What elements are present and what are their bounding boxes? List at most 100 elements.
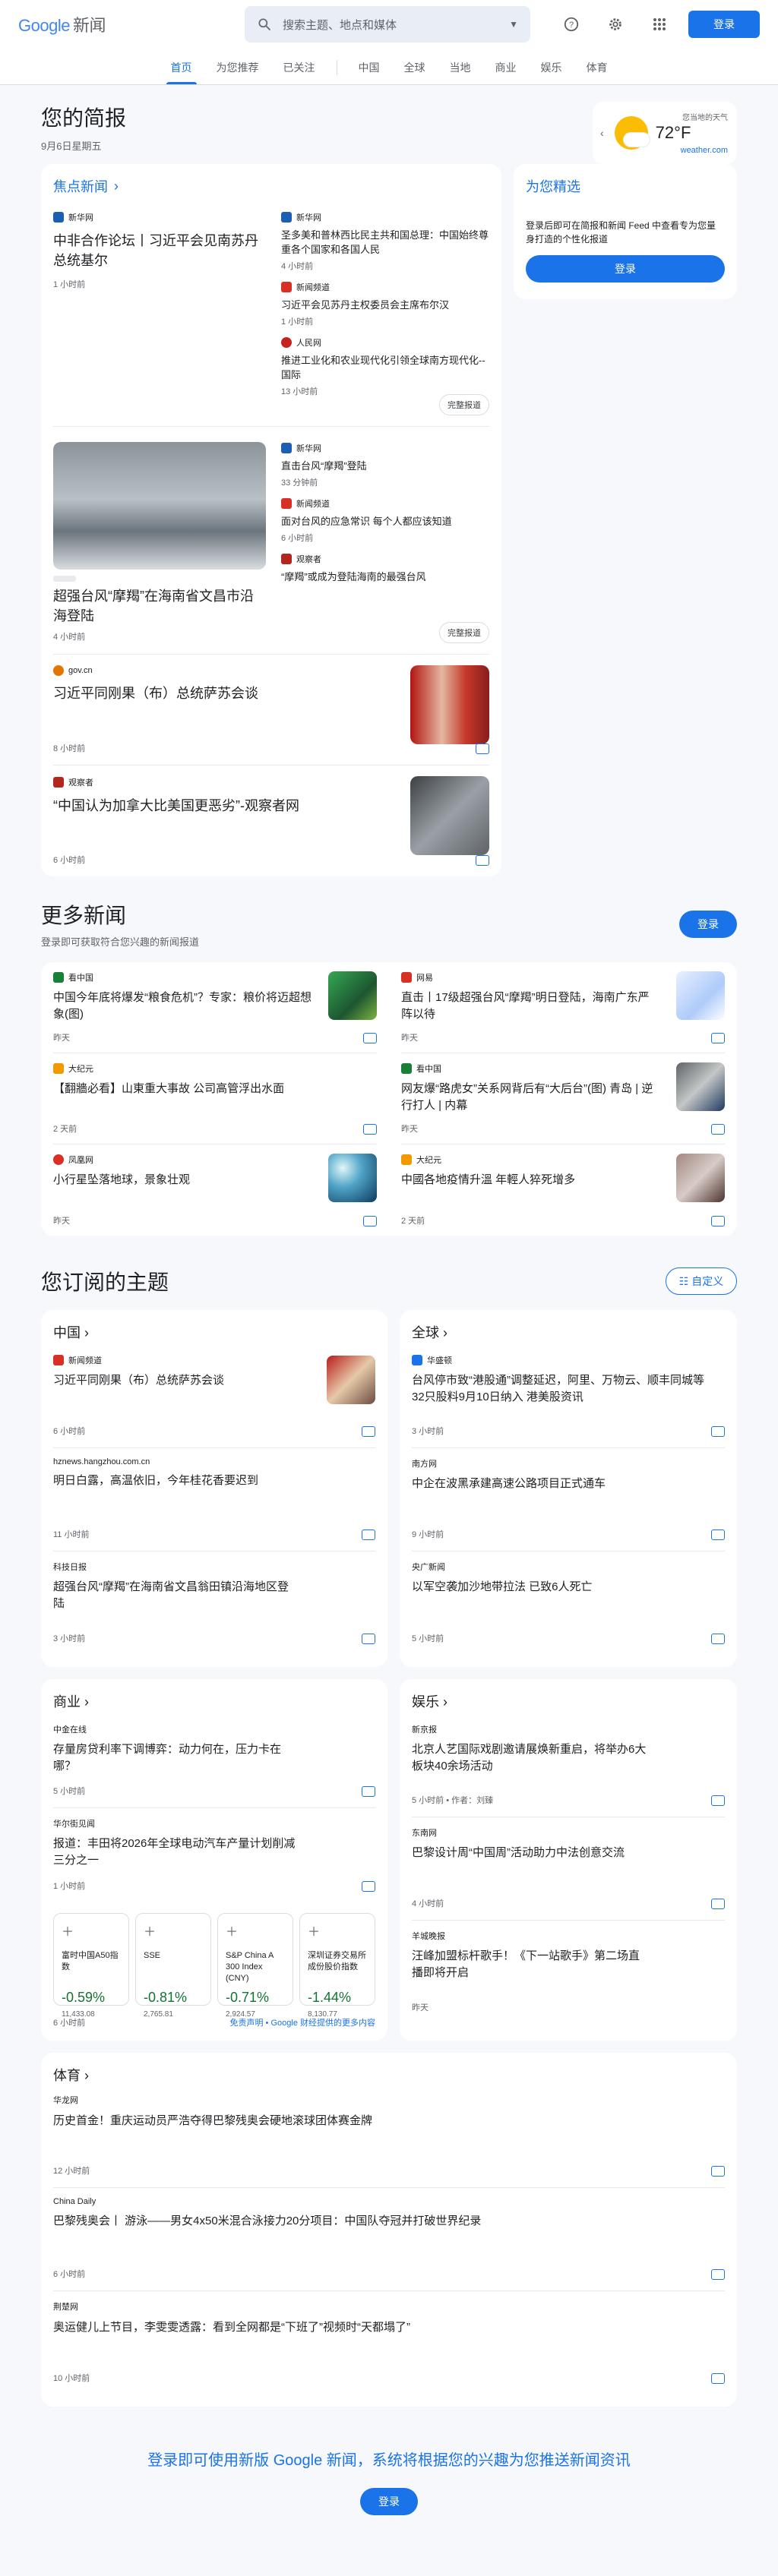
story-row[interactable]: gov.cn 习近平同刚果（布）总统萨苏会谈 8 小时前 [53, 655, 489, 766]
news-item[interactable]: 央广新闻 以军空袭加沙地带拉法 已致6人死亡 5 小时前 [412, 1552, 725, 1655]
story-image[interactable] [328, 971, 377, 1020]
headline[interactable]: 超强台风“摩羯”在海南省文昌翁田镇沿海地区登陆 [53, 1579, 289, 1612]
news-item[interactable]: 东南网 巴黎设计周“中国周”活动助力中法创意交流 4 小时前 [412, 1817, 725, 1921]
more-coverage-icon[interactable] [711, 1795, 725, 1806]
news-item[interactable]: 荆楚网 奥运健儿上节目，李雯雯透露：看到全网都是“下班了”视频时“天都塌了” 10 … [53, 2291, 725, 2394]
headline[interactable]: 直击台风“摩羯”登陆 [281, 459, 489, 473]
more-coverage-icon[interactable] [362, 1881, 375, 1892]
tab-for-you[interactable]: 为您推荐 [204, 60, 271, 84]
more-coverage-icon[interactable] [362, 1634, 375, 1644]
apps-grid-icon[interactable] [644, 9, 675, 39]
more-coverage-icon[interactable] [711, 1216, 725, 1226]
headline[interactable]: 网友爆“路虎女”关系网背后有“大后台”(图) 青岛 | 逆行打人 | 内幕 [401, 1081, 659, 1114]
headline[interactable]: 台风停市致“港股通”调整延迟，阿里、万物云、顺丰同城等32只股料9月10日纳入 … [412, 1372, 708, 1406]
headline[interactable]: 推进工业化和农业现代化引领全球南方现代化--国际 [281, 353, 489, 382]
more-coverage-icon[interactable] [711, 2269, 725, 2280]
more-news-login-button[interactable]: 登录 [679, 910, 737, 938]
stock-card[interactable]: ＋深圳证券交易所成份股价指数 -1.44% 8,130.77 [299, 1913, 375, 2019]
news-item[interactable]: 看中国 网友爆“路虎女”关系网背后有“大后台”(图) 青岛 | 逆行打人 | 内幕… [401, 1053, 725, 1144]
side-story[interactable]: 新华网 直击台风“摩羯”登陆 33 分钟前 [281, 442, 489, 488]
tab-china[interactable]: 中国 [346, 60, 392, 84]
news-item[interactable]: 大纪元 中國各地疫情升溫 年輕人猝死增多 2 天前 [401, 1144, 725, 1236]
topic-title[interactable]: 全球 › [412, 1322, 725, 1342]
add-icon[interactable]: ＋ [308, 1926, 320, 1939]
news-item[interactable]: 大纪元 【翻牆必看】山東重大事故 公司高管浮出水面 2 天前 [53, 1053, 377, 1144]
news-item[interactable]: 网易 直击丨17级超强台风“摩羯”明日登陆，海南广东严阵以待 昨天 [401, 962, 725, 1053]
headline[interactable]: 巴黎残奥会丨 游泳——男女4x50米混合泳接力20分项目：中国队夺冠并打破世界纪… [53, 2212, 725, 2228]
tab-sports[interactable]: 体育 [574, 60, 620, 84]
news-item[interactable]: 看中国 中国今年底将爆发“粮食危机”？专家：粮价将迈超想象(图) 昨天 [53, 962, 377, 1053]
headline[interactable]: 以军空袭加沙地带拉法 已致6人死亡 [412, 1579, 647, 1596]
more-coverage-icon[interactable] [711, 2373, 725, 2384]
news-item[interactable]: 新京报 北京人艺国际戏剧邀请展焕新重启，将举办6大板块40余场活动 5 小时前 • … [412, 1714, 725, 1817]
headline[interactable]: 超强台风“摩羯”在海南省文昌市沿海登陆 [53, 586, 266, 626]
headline[interactable]: 圣多美和普林西比民主共和国总理：中国始终尊重各个国家和各国人民 [281, 228, 489, 257]
login-button[interactable]: 登录 [688, 11, 760, 38]
typhoon-image[interactable] [53, 442, 266, 570]
news-item[interactable]: 华盛顿 台风停市致“港股通”调整延迟，阿里、万物云、顺丰同城等32只股料9月10日… [412, 1345, 725, 1448]
tab-business[interactable]: 商业 [483, 60, 529, 84]
finance-disclaimer-link[interactable]: 免责声明 • Google 财经提供的更多内容 [230, 2016, 376, 2028]
tab-world[interactable]: 全球 [392, 60, 438, 84]
headline[interactable]: 历史首金！重庆运动员严浩夺得巴黎残奥会硬地滚球团体赛金牌 [53, 2112, 725, 2128]
news-item[interactable]: 科技日报 超强台风“摩羯”在海南省文昌翁田镇沿海地区登陆 3 小时前 [53, 1552, 375, 1655]
more-coverage-icon[interactable] [711, 1033, 725, 1043]
news-item[interactable]: 新闻频道 习近平同刚果（布）总统萨苏会谈 6 小时前 [53, 1345, 375, 1448]
news-item[interactable]: 华龙网 历史首金！重庆运动员严浩夺得巴黎残奥会硬地滚球团体赛金牌 12 小时前 [53, 2085, 725, 2188]
story-image[interactable] [327, 1356, 375, 1404]
topic-title[interactable]: 娱乐 › [412, 1691, 725, 1711]
customize-button[interactable]: ☷ 自定义 [666, 1267, 737, 1295]
picks-login-button[interactable]: 登录 [526, 255, 725, 283]
headline[interactable]: “中国认为加拿大比美国更恶劣”-观察者网 [53, 796, 403, 816]
topic-title[interactable]: 商业 › [53, 1691, 375, 1711]
headline[interactable]: 汪峰加盟标杆歌手！《下一站歌手》第二场直播即将开启 [412, 1948, 647, 1981]
news-item[interactable]: 凤凰网 小行星坠落地球，景象壮观 昨天 [53, 1144, 377, 1236]
headline[interactable]: 中企在波黑承建高速公路项目正式通车 [412, 1476, 647, 1492]
more-coverage-icon[interactable] [711, 1124, 725, 1135]
top-stories-heading[interactable]: 焦点新闻 › [53, 176, 489, 196]
news-item[interactable]: hznews.hangzhou.com.cn 明日白露，高温依旧，今年桂花香要迟到… [53, 1448, 375, 1552]
headline[interactable]: 习近平会见苏丹主权委员会主席布尔汉 [281, 298, 489, 312]
headline[interactable]: “摩羯”或成为登陆海南的最强台风 [281, 570, 489, 584]
headline[interactable]: 习近平同刚果（布）总统萨苏会谈 [53, 683, 403, 703]
stock-card[interactable]: ＋ S&P China A 300 Index (CNY) -0.71% 2,924.… [217, 1913, 293, 2019]
more-coverage-icon[interactable] [711, 1899, 725, 1909]
story-image[interactable] [676, 971, 725, 1020]
headline[interactable]: 报道：丰田将2026年全球电动汽车产量计划削减三分之一 [53, 1836, 296, 1869]
headline[interactable]: 直击丨17级超强台风“摩羯”明日登陆，海南广东严阵以待 [401, 990, 659, 1023]
more-coverage-icon[interactable] [363, 1216, 377, 1226]
headline[interactable]: 面对台风的应急常识 每个人都应该知道 [281, 514, 489, 529]
headline[interactable]: 中非合作论坛丨习近平会见南苏丹总统基尔 [53, 231, 266, 270]
full-coverage-button[interactable]: 完整报道 [439, 394, 489, 415]
add-icon[interactable]: ＋ [144, 1926, 156, 1939]
more-coverage-icon[interactable] [711, 1634, 725, 1644]
chevron-left-icon[interactable]: ‹ [600, 127, 604, 139]
side-story[interactable]: 新闻频道 面对台风的应急常识 每个人都应该知道 6 小时前 [281, 497, 489, 544]
more-coverage-icon[interactable] [363, 1124, 377, 1135]
headline[interactable]: 习近平同刚果（布）总统萨苏会谈 [53, 1372, 289, 1389]
more-coverage-icon[interactable] [362, 1426, 375, 1437]
headline[interactable]: 存量房贷利率下调博弈：动力何在，压力卡在哪？ [53, 1741, 296, 1775]
story-image[interactable] [410, 776, 489, 855]
more-coverage-icon[interactable] [476, 855, 489, 866]
news-item[interactable]: 华尔街见闻 报道：丰田将2026年全球电动汽车产量计划削减三分之一 1 小时前 [53, 1808, 375, 1902]
gear-icon[interactable] [600, 9, 631, 39]
side-story[interactable]: 观察者 “摩羯”或成为登陆海南的最强台风 [281, 553, 489, 584]
headline[interactable]: 明日白露，高温依旧，今年桂花香要迟到 [53, 1473, 289, 1489]
lead-story[interactable]: 新华网 中非合作论坛丨习近平会见南苏丹总统基尔 1 小时前 [53, 211, 266, 412]
tab-local[interactable]: 当地 [438, 60, 483, 84]
story-image[interactable] [676, 1062, 725, 1111]
tab-entertainment[interactable]: 娱乐 [529, 60, 574, 84]
google-news-logo[interactable]: Google 新闻 [18, 12, 106, 36]
side-story[interactable]: 新华网 圣多美和普林西比民主共和国总理：中国始终尊重各个国家和各国人民 4 小时前 [281, 211, 489, 272]
search-input[interactable]: 搜索主题、地点和媒体 [283, 17, 509, 33]
more-coverage-icon[interactable] [711, 2166, 725, 2177]
weather-widget[interactable]: ‹ 72°F 您当地的天气 weather.com [593, 102, 737, 164]
headline[interactable]: 中國各地疫情升溫 年輕人猝死增多 [401, 1172, 659, 1189]
news-item[interactable]: 南方网 中企在波黑承建高速公路项目正式通车 9 小时前 [412, 1448, 725, 1552]
more-coverage-icon[interactable] [711, 1530, 725, 1540]
headline[interactable]: 小行星坠落地球，景象壮观 [53, 1172, 312, 1189]
full-coverage-button[interactable]: 完整报道 [439, 622, 489, 643]
more-coverage-icon[interactable] [363, 1033, 377, 1043]
side-story[interactable]: 新闻频道 习近平会见苏丹主权委员会主席布尔汉 1 小时前 [281, 281, 489, 327]
